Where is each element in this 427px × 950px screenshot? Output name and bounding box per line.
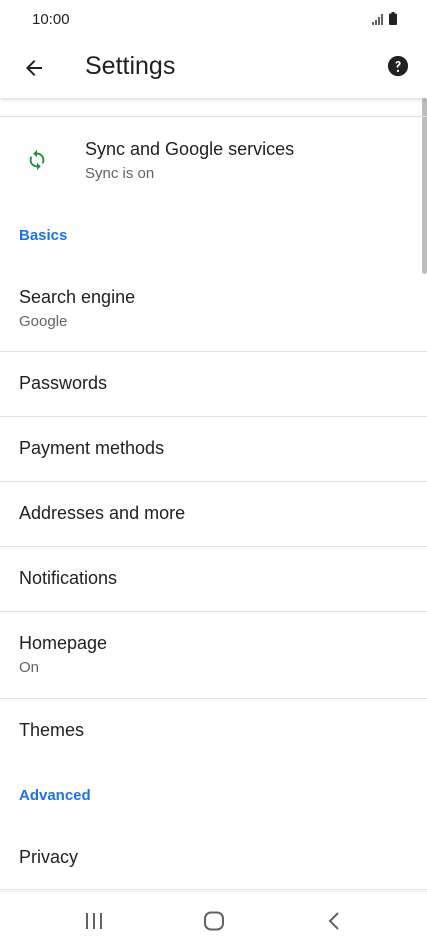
signal-icon	[372, 14, 383, 25]
battery-icon	[389, 12, 397, 25]
status-time: 10:00	[32, 11, 70, 28]
app-bar: Settings	[0, 38, 427, 98]
addresses-title: Addresses and more	[19, 503, 186, 523]
sync-icon	[29, 149, 45, 171]
arrow-back-icon	[26, 60, 42, 76]
status-bar: 10:00	[0, 0, 427, 38]
search-engine-subtitle: Google	[19, 313, 68, 330]
sync-title: Sync and Google services	[85, 139, 295, 159]
addresses-item[interactable]: Addresses and more	[0, 482, 427, 546]
back-button[interactable]	[16, 50, 52, 86]
payment-methods-item[interactable]: Payment methods	[0, 417, 427, 481]
sync-subtitle: Sync is on	[85, 165, 155, 182]
back-chevron-icon	[328, 912, 339, 930]
system-back-button[interactable]	[314, 906, 354, 936]
privacy-item[interactable]: Privacy	[0, 826, 427, 890]
privacy-title: Privacy	[19, 847, 79, 867]
status-icons	[372, 12, 397, 25]
home-button[interactable]	[194, 906, 234, 936]
search-engine-item[interactable]: Search engine Google	[0, 268, 427, 351]
help-button[interactable]	[383, 51, 413, 81]
notifications-item[interactable]: Notifications	[0, 547, 427, 611]
home-icon	[204, 911, 224, 931]
homepage-subtitle: On	[19, 659, 40, 676]
help-icon	[387, 55, 409, 77]
passwords-title: Passwords	[19, 373, 108, 393]
themes-title: Themes	[19, 720, 85, 740]
divider	[0, 889, 427, 890]
settings-list[interactable]: Sync and Google services Sync is on Basi…	[0, 98, 427, 892]
section-header-advanced: Advanced	[19, 787, 91, 804]
recents-icon	[86, 913, 102, 929]
notifications-title: Notifications	[19, 568, 118, 588]
search-engine-title: Search engine	[19, 287, 136, 307]
passwords-item[interactable]: Passwords	[0, 352, 427, 416]
payment-methods-title: Payment methods	[19, 438, 165, 458]
recents-button[interactable]	[74, 906, 114, 936]
navigation-bar	[0, 891, 427, 950]
sync-services-item[interactable]: Sync and Google services Sync is on	[0, 117, 427, 197]
page-title: Settings	[85, 52, 176, 80]
section-header-basics: Basics	[19, 227, 68, 244]
themes-item[interactable]: Themes	[0, 699, 427, 763]
settings-screen: 10:00 Settings Sync and Google services …	[0, 0, 427, 950]
homepage-item[interactable]: Homepage On	[0, 612, 427, 698]
homepage-title: Homepage	[19, 633, 108, 653]
